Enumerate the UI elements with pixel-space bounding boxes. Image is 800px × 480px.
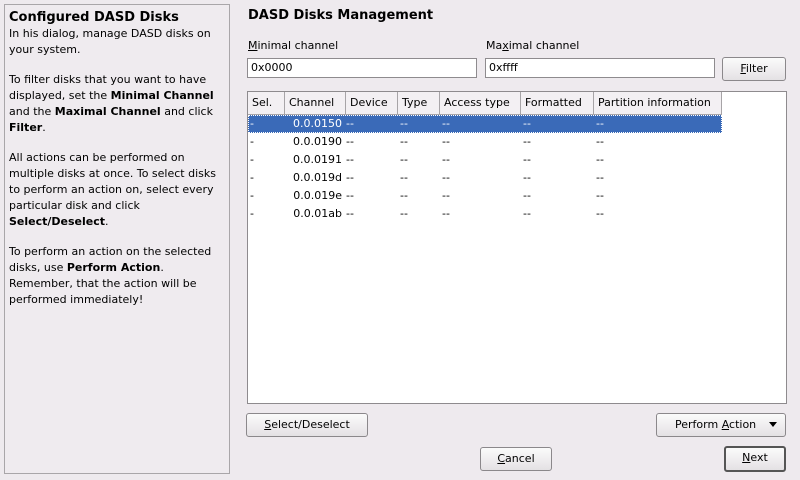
cell-access-type: -- xyxy=(442,171,450,184)
cell-partition-information: -- xyxy=(596,207,604,220)
cell-sel: - xyxy=(250,207,254,220)
cell-formatted: -- xyxy=(523,117,531,130)
cell-partition-information: -- xyxy=(596,189,604,202)
cell-device: -- xyxy=(346,207,354,220)
cell-formatted: -- xyxy=(523,189,531,202)
button-label: ction xyxy=(729,418,757,431)
help-paragraph-3: All actions can be performed on multiple… xyxy=(9,150,225,230)
shortcut-key: M xyxy=(248,39,258,52)
cell-type: -- xyxy=(400,135,408,148)
table-header: Sel. Channel Device Type Access type For… xyxy=(248,92,722,115)
cell-channel: 0.0.019d xyxy=(293,171,342,184)
cell-channel: 0.0.0150 xyxy=(293,117,342,130)
column-header-device[interactable]: Device xyxy=(346,92,398,114)
cell-channel: 0.0.019e xyxy=(293,189,342,202)
cell-device: -- xyxy=(346,117,354,130)
cell-partition-information: -- xyxy=(596,153,604,166)
column-header-formatted[interactable]: Formatted xyxy=(521,92,594,114)
help-text: . xyxy=(105,215,109,228)
shortcut-key: A xyxy=(721,418,730,431)
help-panel: Configured DASD Disks In his dialog, man… xyxy=(4,4,230,474)
cell-channel: 0.0.0190 xyxy=(293,135,342,148)
cell-access-type: -- xyxy=(442,153,450,166)
cell-formatted: -- xyxy=(523,171,531,184)
cell-access-type: -- xyxy=(442,135,450,148)
help-text: and the xyxy=(9,105,55,118)
button-label: elect/Deselect xyxy=(271,418,350,431)
cancel-button[interactable]: Cancel xyxy=(480,447,552,471)
minimal-channel-input[interactable]: 0x0000 xyxy=(247,58,477,78)
cell-access-type: -- xyxy=(442,117,450,130)
shortcut-key: C xyxy=(497,452,506,465)
cell-access-type: -- xyxy=(442,207,450,220)
help-text: and click xyxy=(160,105,213,118)
help-text: . xyxy=(42,121,46,134)
cell-channel: 0.0.0191 xyxy=(293,153,342,166)
column-header-type[interactable]: Type xyxy=(398,92,440,114)
cell-device: -- xyxy=(346,135,354,148)
page-title: DASD Disks Management xyxy=(248,8,434,23)
cell-sel: - xyxy=(250,135,254,148)
help-paragraph-1: In his dialog, manage DASD disks on your… xyxy=(9,26,225,58)
cell-formatted: -- xyxy=(523,153,531,166)
help-bold: Select/Deselect xyxy=(9,215,106,228)
table-row[interactable]: - 0.0.01ab -- -- -- -- -- xyxy=(248,205,722,223)
cell-sel: - xyxy=(250,189,254,202)
perform-action-button[interactable]: Perform Action xyxy=(656,413,786,437)
cell-partition-information: -- xyxy=(596,117,604,130)
column-header-partition-information[interactable]: Partition information xyxy=(594,92,722,114)
help-bold: Maximal Channel xyxy=(54,105,161,118)
chevron-down-icon xyxy=(769,422,777,427)
dasd-disks-table[interactable]: Sel. Channel Device Type Access type For… xyxy=(247,91,787,404)
help-bold: Perform Action xyxy=(66,261,161,274)
table-row[interactable]: - 0.0.0150 -- -- -- -- -- xyxy=(248,115,722,133)
next-button[interactable]: Next xyxy=(724,446,786,472)
cell-access-type: -- xyxy=(442,189,450,202)
cell-partition-information: -- xyxy=(596,171,604,184)
cell-partition-information: -- xyxy=(596,135,604,148)
button-label: Perform xyxy=(675,418,722,431)
label-text: imal channel xyxy=(508,39,580,52)
maximal-channel-input[interactable]: 0xffff xyxy=(485,58,715,78)
table-row[interactable]: - 0.0.0191 -- -- -- -- -- xyxy=(248,151,722,169)
cell-device: -- xyxy=(346,189,354,202)
cell-channel: 0.0.01ab xyxy=(293,207,342,220)
label-text: inimal channel xyxy=(257,39,339,52)
cell-type: -- xyxy=(400,207,408,220)
cell-type: -- xyxy=(400,117,408,130)
column-header-access-type[interactable]: Access type xyxy=(440,92,521,114)
select-deselect-button[interactable]: Select/Deselect xyxy=(246,413,368,437)
help-bold: Filter xyxy=(9,121,43,134)
help-title: Configured DASD Disks xyxy=(9,10,179,25)
filter-button[interactable]: Filter xyxy=(722,57,786,81)
button-label: ancel xyxy=(505,452,535,465)
help-paragraph-4: To perform an action on the selected dis… xyxy=(9,244,225,308)
cell-type: -- xyxy=(400,171,408,184)
table-row[interactable]: - 0.0.019e -- -- -- -- -- xyxy=(248,187,722,205)
help-text: All actions can be performed on multiple… xyxy=(9,151,216,212)
label-text: Ma xyxy=(486,39,503,52)
cell-sel: - xyxy=(250,117,254,130)
cell-formatted: -- xyxy=(523,207,531,220)
help-text: In his dialog, manage DASD disks on your… xyxy=(9,27,211,56)
cell-device: -- xyxy=(346,171,354,184)
table-row[interactable]: - 0.0.0190 -- -- -- -- -- xyxy=(248,133,722,151)
table-row[interactable]: - 0.0.019d -- -- -- -- -- xyxy=(248,169,722,187)
button-label: ilter xyxy=(745,62,768,75)
column-header-channel[interactable]: Channel xyxy=(285,92,346,114)
help-paragraph-2: To filter disks that you want to have di… xyxy=(9,72,225,136)
cell-formatted: -- xyxy=(523,135,531,148)
button-label: ext xyxy=(750,451,768,464)
cell-sel: - xyxy=(250,171,254,184)
cell-type: -- xyxy=(400,153,408,166)
minimal-channel-label: Minimal channel xyxy=(248,39,338,52)
help-bold: Minimal Channel xyxy=(110,89,214,102)
column-header-sel[interactable]: Sel. xyxy=(248,92,285,114)
cell-sel: - xyxy=(250,153,254,166)
cell-device: -- xyxy=(346,153,354,166)
cell-type: -- xyxy=(400,189,408,202)
maximal-channel-label: Maximal channel xyxy=(486,39,579,52)
